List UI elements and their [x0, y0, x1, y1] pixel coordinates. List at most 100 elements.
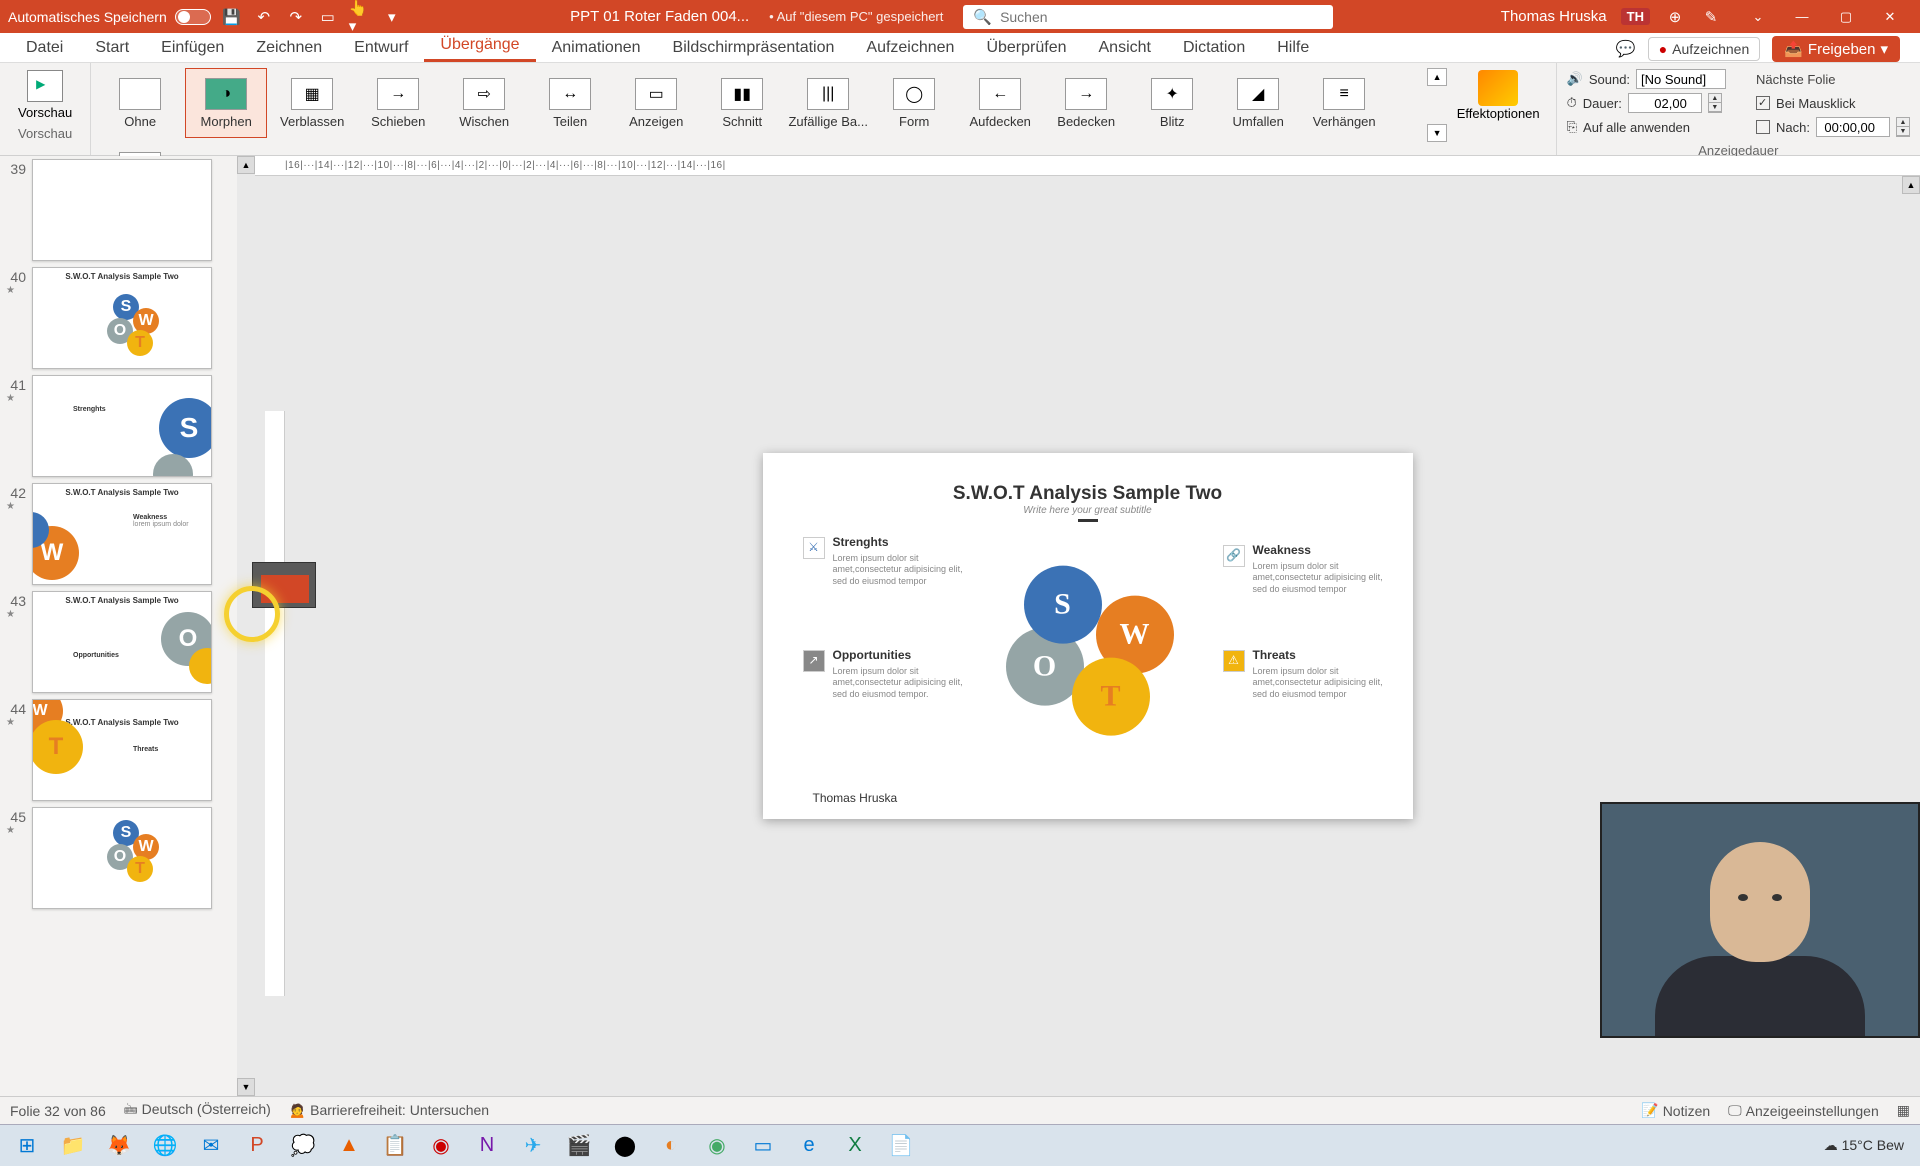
app-icon-8[interactable]: 📄	[880, 1128, 922, 1164]
thumbs-scroll-up[interactable]: ▲	[237, 156, 255, 174]
comments-icon[interactable]: 💬	[1616, 39, 1636, 59]
accessibility-check[interactable]: 🙍 Barrierefreiheit: Untersuchen	[289, 1102, 489, 1119]
share-button[interactable]: 📤 Freigeben ▾	[1772, 36, 1900, 62]
slideshow-icon[interactable]: ▭	[317, 6, 339, 28]
app-icon-3[interactable]: ◉	[420, 1128, 462, 1164]
swot-o-text[interactable]: ↗OpportunitiesLorem ipsum dolor sit amet…	[833, 648, 968, 701]
swot-t-circle[interactable]: T	[1072, 658, 1150, 736]
app-icon-2[interactable]: 📋	[374, 1128, 416, 1164]
qat-more-icon[interactable]: ▾	[381, 6, 403, 28]
firefox-icon[interactable]: 🦊	[98, 1128, 140, 1164]
redo-icon[interactable]: ↷	[285, 6, 307, 28]
save-icon[interactable]: 💾	[221, 6, 243, 28]
undo-icon[interactable]: ↶	[253, 6, 275, 28]
trans-morphen[interactable]: ◑Morphen	[185, 68, 267, 138]
app-icon-1[interactable]: 💭	[282, 1128, 324, 1164]
app-icon-5[interactable]: ◐	[650, 1128, 692, 1164]
duration-down[interactable]: ▼	[1709, 103, 1721, 112]
thumbnails-list[interactable]: 39 40★S.W.O.T Analysis Sample TwoSWOT 41…	[0, 156, 237, 1096]
search-input[interactable]	[1000, 9, 1323, 25]
slide-canvas[interactable]: S.W.O.T Analysis Sample Two Write here y…	[763, 453, 1413, 819]
outlook-icon[interactable]: ✉	[190, 1128, 232, 1164]
edge-icon[interactable]: e	[788, 1128, 830, 1164]
thumb-44[interactable]: S.W.O.T Analysis Sample TwoThreatsWT	[32, 699, 212, 801]
trans-teilen[interactable]: ↔Teilen	[529, 68, 611, 138]
tab-aufzeichnen[interactable]: Aufzeichnen	[850, 34, 970, 62]
trans-schieben[interactable]: →Schieben	[357, 68, 439, 138]
trans-blitz[interactable]: ✦Blitz	[1131, 68, 1213, 138]
after-down[interactable]: ▼	[1897, 127, 1909, 136]
after-up[interactable]: ▲	[1897, 118, 1909, 127]
trans-form[interactable]: ◯Form	[873, 68, 955, 138]
weather-widget[interactable]: ☁ 15°C Bew	[1824, 1137, 1904, 1154]
user-name[interactable]: Thomas Hruska	[1501, 8, 1607, 25]
toggle-switch[interactable]	[175, 9, 211, 25]
apply-all-button[interactable]: ⎘Auf alle anwenden	[1567, 115, 1726, 139]
start-button[interactable]: ⊞	[6, 1128, 48, 1164]
swot-s-text[interactable]: ⚔StrenghtsLorem ipsum dolor sit amet,con…	[833, 535, 968, 588]
tab-hilfe[interactable]: Hilfe	[1261, 34, 1325, 62]
trans-verhaengen[interactable]: ≡Verhängen	[1303, 68, 1385, 138]
swot-diagram[interactable]: S W O T	[1008, 566, 1168, 726]
trans-zufaellig[interactable]: |||Zufällige Ba...	[787, 68, 869, 138]
tab-praesentation[interactable]: Bildschirmpräsentation	[657, 34, 851, 62]
after-checkbox[interactable]	[1756, 120, 1770, 134]
display-settings-button[interactable]: 🖵 Anzeigeeinstellungen	[1728, 1102, 1879, 1119]
duration-up[interactable]: ▲	[1709, 94, 1721, 103]
trans-bedecken[interactable]: →Bedecken	[1045, 68, 1127, 138]
trans-wischen[interactable]: ⇨Wischen	[443, 68, 525, 138]
tab-dictation[interactable]: Dictation	[1167, 34, 1261, 62]
editor-scroll-up[interactable]: ▲	[1902, 176, 1920, 194]
tab-uebergaenge[interactable]: Übergänge	[424, 31, 535, 62]
duration-input[interactable]	[1628, 93, 1702, 113]
thumb-41[interactable]: StrenghtsS	[32, 375, 212, 477]
excel-icon[interactable]: X	[834, 1128, 876, 1164]
onenote-icon[interactable]: N	[466, 1128, 508, 1164]
tab-einfuegen[interactable]: Einfügen	[145, 34, 240, 62]
tab-ansicht[interactable]: Ansicht	[1083, 34, 1167, 62]
tab-entwurf[interactable]: Entwurf	[338, 34, 424, 62]
tab-zeichnen[interactable]: Zeichnen	[240, 34, 338, 62]
record-button[interactable]: ●Aufzeichnen	[1648, 37, 1761, 61]
ribbon-collapse-icon[interactable]: ⌄	[1736, 2, 1780, 32]
maximize-button[interactable]: ▢	[1824, 2, 1868, 32]
language-indicator[interactable]: 🖮 Deutsch (Österreich)	[124, 1099, 271, 1123]
gallery-scroll-down[interactable]: ▼	[1427, 124, 1446, 142]
obs-icon[interactable]: ⬤	[604, 1128, 646, 1164]
preview-button[interactable]: Vorschau	[6, 66, 84, 124]
app-icon-6[interactable]: ◉	[696, 1128, 738, 1164]
slide-title[interactable]: S.W.O.T Analysis Sample Two	[803, 483, 1373, 505]
after-input[interactable]	[1816, 117, 1890, 137]
globe-icon[interactable]: ⊕	[1664, 6, 1686, 28]
telegram-icon[interactable]: ✈	[512, 1128, 554, 1164]
trans-anzeigen[interactable]: ▭Anzeigen	[615, 68, 697, 138]
app-icon-4[interactable]: 🎬	[558, 1128, 600, 1164]
tab-start[interactable]: Start	[79, 34, 145, 62]
explorer-icon[interactable]: 📁	[52, 1128, 94, 1164]
tab-ueberpruefen[interactable]: Überprüfen	[970, 34, 1082, 62]
app-icon-7[interactable]: ▭	[742, 1128, 784, 1164]
vlc-icon[interactable]: ▲	[328, 1128, 370, 1164]
thumbs-scroll-down[interactable]: ▼	[237, 1078, 255, 1096]
user-avatar[interactable]: TH	[1621, 8, 1650, 25]
gallery-scroll-up[interactable]: ▲	[1427, 68, 1446, 86]
minimize-button[interactable]: —	[1780, 2, 1824, 32]
notes-button[interactable]: 📝 Notizen	[1641, 1102, 1710, 1119]
view-normal-icon[interactable]: ▦	[1897, 1102, 1910, 1119]
saved-status[interactable]: • Auf "diesem PC" gespeichert	[769, 9, 943, 24]
search-box[interactable]: 🔍	[963, 5, 1333, 29]
slide-counter[interactable]: Folie 32 von 86	[10, 1103, 106, 1119]
swot-w-text[interactable]: 🔗WeaknessLorem ipsum dolor sit amet,cons…	[1253, 543, 1388, 596]
thumb-39[interactable]	[32, 159, 212, 261]
trans-aufdecken[interactable]: ←Aufdecken	[959, 68, 1041, 138]
thumb-42[interactable]: S.W.O.T Analysis Sample TwoWeaknesslorem…	[32, 483, 212, 585]
tab-animationen[interactable]: Animationen	[536, 34, 657, 62]
trans-verblassen[interactable]: ▦Verblassen	[271, 68, 353, 138]
thumb-43[interactable]: S.W.O.T Analysis Sample TwoOpportunities…	[32, 591, 212, 693]
slide-author[interactable]: Thomas Hruska	[813, 791, 898, 805]
swot-s-circle[interactable]: S	[1024, 566, 1102, 644]
autosave-toggle[interactable]: Automatisches Speichern	[8, 9, 211, 25]
pen-icon[interactable]: ✎	[1700, 6, 1722, 28]
sound-dropdown[interactable]	[1636, 69, 1726, 89]
trans-schnitt[interactable]: ▮▮Schnitt	[701, 68, 783, 138]
